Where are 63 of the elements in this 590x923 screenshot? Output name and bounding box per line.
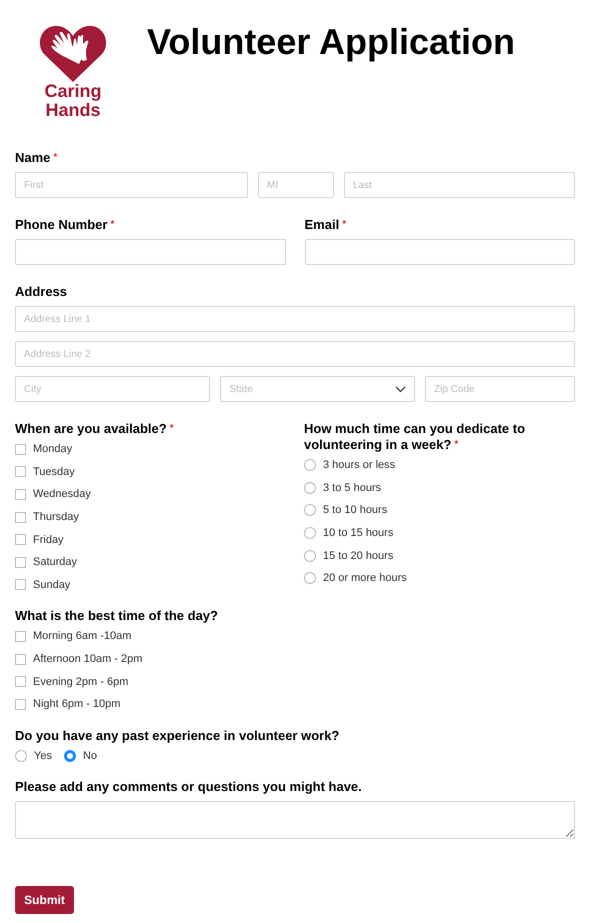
checkbox[interactable]: [15, 512, 26, 523]
option-label[interactable]: Afternoon 10am - 2pm: [33, 653, 142, 666]
option-label[interactable]: 3 hours or less: [323, 459, 396, 472]
input-field[interactable]: Zip Code: [425, 376, 575, 402]
option-label[interactable]: Monday: [33, 443, 72, 456]
radio-button[interactable]: [304, 550, 316, 562]
radio-button[interactable]: [304, 482, 316, 494]
checkbox[interactable]: [15, 698, 26, 710]
heart-hands-icon: [39, 24, 107, 82]
logo-text: Caring: [44, 82, 102, 101]
field-label: Phone Number *: [15, 217, 114, 233]
logo-text: Hands: [45, 101, 100, 120]
option-label[interactable]: No: [82, 750, 98, 762]
chevron-down-icon: [395, 386, 406, 392]
input-field[interactable]: MI: [258, 172, 334, 198]
option-label[interactable]: 20 or more hours: [323, 572, 407, 584]
field-label: What is the best time of the day?: [15, 608, 218, 624]
option-label[interactable]: Saturday: [33, 556, 78, 568]
option-label[interactable]: Evening 2pm - 6pm: [33, 676, 128, 688]
option-label[interactable]: Sunday: [33, 578, 70, 591]
field-label: Do you have any past experience in volunteer work?: [15, 728, 340, 744]
option-label[interactable]: 10 to 15 hours: [323, 527, 394, 540]
checkbox[interactable]: [15, 556, 26, 568]
input-field[interactable]: [15, 239, 286, 265]
field-label: Email *: [304, 217, 346, 233]
option-label[interactable]: Night 6pm - 10pm: [33, 698, 120, 710]
input-field[interactable]: First: [15, 172, 248, 198]
field-label: Address: [15, 284, 68, 300]
checkbox[interactable]: [15, 654, 26, 665]
checkbox[interactable]: [15, 676, 26, 688]
input-field[interactable]: Last: [344, 172, 575, 198]
option-label[interactable]: 15 to 20 hours: [323, 550, 394, 562]
submit-button[interactable]: Submit: [15, 886, 74, 914]
option-label[interactable]: Wednesday: [33, 488, 91, 500]
field-label: Name *: [15, 150, 58, 166]
checkbox[interactable]: [15, 534, 26, 546]
checkbox[interactable]: [15, 488, 26, 500]
comment-box[interactable]: [15, 801, 575, 840]
option-label[interactable]: 5 to 10 hours: [323, 504, 388, 516]
checkbox[interactable]: [15, 444, 26, 455]
page-title: Volunteer Application: [147, 21, 516, 63]
checkbox[interactable]: [15, 579, 26, 590]
option-label[interactable]: 3 to 5 hours: [323, 482, 382, 494]
option-label[interactable]: Thursday: [33, 511, 79, 524]
option-label[interactable]: Tuesday: [33, 466, 75, 478]
field-label: When are you available? *: [15, 421, 174, 437]
checkbox[interactable]: [15, 466, 26, 478]
radio-button[interactable]: [304, 527, 316, 540]
option-label[interactable]: Friday: [33, 534, 64, 546]
input-field[interactable]: Address Line 1: [15, 306, 575, 332]
radio-button[interactable]: [304, 459, 316, 472]
input-field[interactable]: [304, 239, 575, 265]
input-field[interactable]: City: [15, 376, 210, 402]
radio-button[interactable]: [64, 750, 76, 762]
radio-button[interactable]: [15, 750, 27, 762]
checkbox[interactable]: [15, 630, 26, 642]
option-label[interactable]: Morning 6am -10am: [33, 630, 132, 642]
radio-button[interactable]: [304, 504, 316, 516]
field-label: Please add any comments or questions you might have.: [15, 779, 362, 796]
field-label: How much time can you dedicate to volunteering in a week? *: [304, 421, 526, 453]
input-field[interactable]: Address Line 2: [15, 341, 575, 367]
option-label[interactable]: Yes: [34, 750, 52, 762]
radio-button[interactable]: [304, 572, 316, 584]
